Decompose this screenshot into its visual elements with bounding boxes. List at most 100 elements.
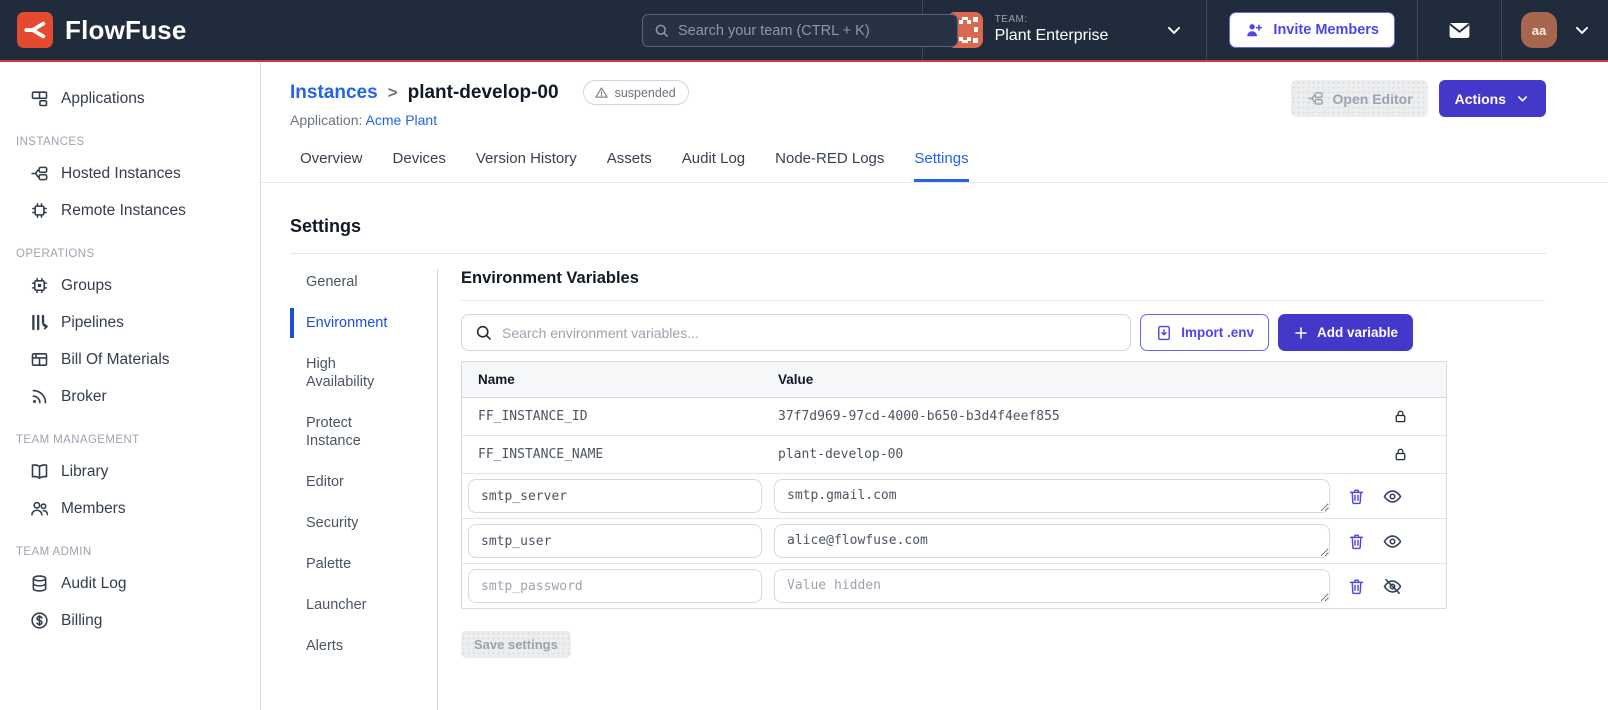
invite-members-button[interactable]: Invite Members (1229, 12, 1395, 48)
sidebar-section-team-admin: TEAM ADMIN (16, 546, 92, 558)
env-var-name-input[interactable] (468, 524, 762, 558)
actions-button[interactable]: Actions (1438, 80, 1546, 117)
sidebar-item-label: Bill Of Materials (61, 350, 170, 368)
settings-subnav: General Environment High Availability Pr… (290, 269, 438, 710)
notifications-cell[interactable] (1417, 0, 1501, 60)
show-value-eye-icon[interactable] (1382, 531, 1403, 552)
env-var-value-input[interactable] (774, 569, 1330, 603)
tab-settings[interactable]: Settings (914, 150, 969, 182)
global-search[interactable] (642, 14, 958, 47)
brand[interactable]: FlowFuse (0, 0, 187, 60)
tab-overview[interactable]: Overview (300, 150, 363, 182)
remote-instances-icon (29, 200, 50, 221)
env-var-value: plant-develop-00 (778, 447, 904, 462)
subnav-editor[interactable]: Editor (306, 469, 402, 495)
application-link[interactable]: Acme Plant (366, 112, 438, 128)
subnav-launcher[interactable]: Launcher (306, 592, 402, 618)
global-search-input[interactable] (678, 22, 947, 39)
team-meta: TEAM: Plant Enterprise (995, 14, 1109, 45)
show-value-eye-icon[interactable] (1382, 486, 1403, 507)
sidebar-item-label: Applications (61, 89, 145, 107)
application-row: Application: Acme Plant (290, 112, 689, 128)
env-var-value-input[interactable]: smtp.gmail.com (774, 479, 1330, 513)
column-header-name: Name (478, 372, 515, 387)
subnav-general[interactable]: General (306, 269, 402, 295)
env-var-name-input[interactable] (468, 479, 762, 513)
application-label: Application: (290, 112, 363, 128)
env-var-value: 37f7d969-97cd-4000-b650-b3d4f4eef855 (778, 409, 1060, 424)
delete-variable-button[interactable] (1347, 532, 1366, 551)
sidebar-item-label: Billing (61, 611, 103, 629)
import-env-label: Import .env (1181, 325, 1254, 340)
instance-tabs: Overview Devices Version History Assets … (261, 128, 1608, 183)
invite-members-cell: Invite Members (1206, 0, 1417, 60)
add-variable-label: Add variable (1316, 325, 1398, 340)
sidebar-item-label: Remote Instances (61, 201, 186, 219)
sidebar-item-bill-of-materials[interactable]: Bill Of Materials (0, 341, 260, 378)
environment-heading: Environment Variables (461, 269, 1545, 301)
open-editor-button[interactable]: Open Editor (1290, 80, 1428, 117)
sidebar-item-pipelines[interactable]: Pipelines (0, 304, 260, 341)
env-search[interactable] (461, 314, 1132, 351)
sidebar-item-label: Pipelines (61, 313, 124, 331)
sidebar-item-label: Members (61, 499, 126, 517)
team-name: Plant Enterprise (994, 27, 1109, 45)
billing-icon (29, 610, 50, 631)
page-title: plant-develop-00 (407, 81, 559, 103)
env-var-name-input[interactable] (468, 569, 762, 603)
env-var-value-input[interactable]: alice@flowfuse.com (774, 524, 1330, 558)
library-icon (29, 461, 50, 482)
user-chevron-down-icon (1572, 20, 1592, 40)
env-search-input[interactable] (502, 324, 1119, 341)
user-plus-icon (1245, 21, 1264, 40)
subnav-security[interactable]: Security (306, 510, 402, 536)
sidebar-item-billing[interactable]: Billing (0, 602, 260, 639)
add-variable-button[interactable]: Add variable (1277, 314, 1413, 351)
delete-variable-button[interactable] (1347, 577, 1366, 596)
search-icon (653, 22, 670, 39)
tab-version-history[interactable]: Version History (476, 150, 577, 182)
team-label: TEAM: (994, 14, 1028, 26)
delete-variable-button[interactable] (1347, 487, 1366, 506)
table-row: alice@flowfuse.com (462, 519, 1446, 564)
breadcrumb-instances-link[interactable]: Instances (290, 82, 378, 104)
bill-of-materials-icon (29, 349, 50, 370)
flowfuse-logo-icon (17, 12, 53, 48)
sidebar-item-audit-log[interactable]: Audit Log (0, 565, 260, 602)
sidebar-item-hosted-instances[interactable]: Hosted Instances (0, 155, 260, 192)
tab-audit-log[interactable]: Audit Log (682, 150, 745, 182)
subnav-environment[interactable]: Environment (290, 308, 402, 338)
tab-devices[interactable]: Devices (393, 150, 446, 182)
main-content: Instances > plant-develop-00 suspended A… (261, 62, 1608, 710)
sidebar-item-library[interactable]: Library (0, 453, 260, 490)
user-avatar: aa (1521, 12, 1557, 48)
groups-icon (29, 275, 50, 296)
sidebar-item-broker[interactable]: Broker (0, 378, 260, 415)
lock-icon (1328, 446, 1446, 463)
sidebar-item-label: Library (61, 462, 109, 480)
subnav-protect-instance[interactable]: Protect Instance (306, 410, 402, 454)
sidebar-item-label: Broker (61, 387, 107, 405)
sidebar-item-applications[interactable]: Applications (0, 80, 260, 117)
team-selector[interactable]: TEAM: Plant Enterprise (921, 0, 1207, 60)
sidebar-section-operations: OPERATIONS (16, 248, 95, 260)
subnav-high-availability[interactable]: High Availability (306, 351, 402, 395)
sidebar-item-groups[interactable]: Groups (0, 267, 260, 304)
team-chevron-down-icon (1164, 20, 1184, 40)
save-settings-button[interactable]: Save settings (461, 631, 571, 658)
tab-node-red-logs[interactable]: Node-RED Logs (775, 150, 884, 182)
sidebar-item-members[interactable]: Members (0, 490, 260, 527)
warning-triangle-icon (594, 85, 609, 100)
hide-value-eye-off-icon[interactable] (1382, 576, 1403, 597)
breadcrumb-separator: > (387, 82, 398, 102)
subnav-palette[interactable]: Palette (306, 551, 402, 577)
sidebar-item-remote-instances[interactable]: Remote Instances (0, 192, 260, 229)
table-row: smtp.gmail.com (462, 474, 1446, 519)
page-header: Instances > plant-develop-00 suspended A… (261, 62, 1608, 128)
import-env-button[interactable]: Import .env (1140, 314, 1269, 351)
sidebar-section-instances: INSTANCES (16, 136, 85, 148)
subnav-alerts[interactable]: Alerts (306, 633, 402, 659)
tab-assets[interactable]: Assets (607, 150, 652, 182)
actions-chevron-down-icon (1515, 91, 1530, 106)
user-menu[interactable]: aa (1501, 0, 1608, 60)
